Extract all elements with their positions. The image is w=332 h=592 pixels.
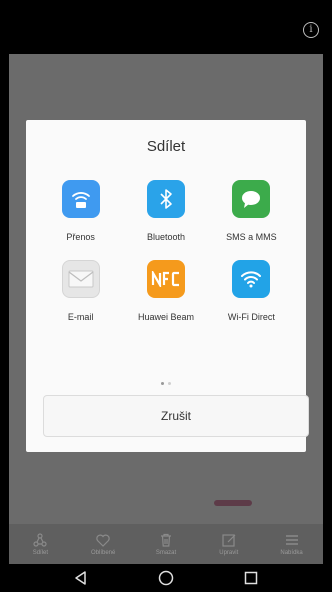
edit-action-label: Upravit [219, 550, 239, 556]
share-targets-grid: Přenos Bluetooth SMS a MMS E-mail Huawei… [38, 180, 294, 322]
share-target-label: Přenos [66, 232, 95, 242]
menu-icon [285, 535, 298, 545]
share-target-label: SMS a MMS [226, 232, 277, 242]
menu-action-label: Nabídka [280, 550, 303, 556]
favorite-action-label: Oblíbené [91, 550, 116, 556]
recents-icon[interactable] [242, 569, 260, 587]
menu-action[interactable]: Nabídka [264, 532, 320, 556]
transfer-icon [61, 180, 100, 218]
photo-detail [214, 500, 252, 506]
share-icon [33, 533, 47, 547]
share-target-huawei-beam[interactable]: Huawei Beam [123, 260, 208, 322]
share-target-label: Huawei Beam [137, 312, 194, 322]
share-target-wifi-direct[interactable]: Wi-Fi Direct [209, 260, 294, 322]
email-icon [61, 260, 100, 298]
share-dialog: Sdílet Přenos Bluetooth SMS a MMS E-mail… [26, 120, 309, 452]
share-target-sms[interactable]: SMS a MMS [209, 180, 294, 242]
wifi-direct-icon [232, 260, 271, 298]
favorite-action[interactable]: Oblíbené [75, 532, 131, 556]
bluetooth-icon [146, 180, 185, 218]
share-target-label: E-mail [67, 312, 94, 322]
message-icon [232, 180, 271, 218]
share-action-label: Sdílet [32, 550, 49, 556]
page-indicator [26, 372, 306, 390]
system-nav-bar [9, 564, 323, 592]
share-target-label: Wi-Fi Direct [227, 312, 275, 322]
top-bar: i [9, 0, 323, 54]
home-icon[interactable] [157, 569, 175, 587]
phone-screen: i Sdílet Oblíbené Smazat Upravit Nabídka [9, 0, 323, 592]
page-dot-active [161, 382, 164, 385]
back-icon[interactable] [72, 569, 90, 587]
share-target-bluetooth[interactable]: Bluetooth [123, 180, 208, 242]
delete-action[interactable]: Smazat [138, 532, 194, 556]
nfc-icon [146, 260, 185, 298]
share-target-email[interactable]: E-mail [38, 260, 123, 322]
share-action[interactable]: Sdílet [12, 532, 68, 556]
trash-icon [160, 533, 171, 547]
cancel-button[interactable]: Zrušit [43, 395, 309, 437]
dialog-title: Sdílet [146, 138, 186, 155]
photo-action-bar: Sdílet Oblíbené Smazat Upravit Nabídka [9, 524, 323, 564]
info-icon[interactable]: i [303, 22, 319, 38]
share-target-label: Bluetooth [146, 232, 185, 242]
delete-action-label: Smazat [155, 550, 177, 556]
heart-icon [96, 534, 110, 547]
share-target-transfer[interactable]: Přenos [38, 180, 123, 242]
edit-action[interactable]: Upravit [201, 532, 257, 556]
page-dot [168, 382, 171, 385]
edit-icon [222, 534, 236, 547]
